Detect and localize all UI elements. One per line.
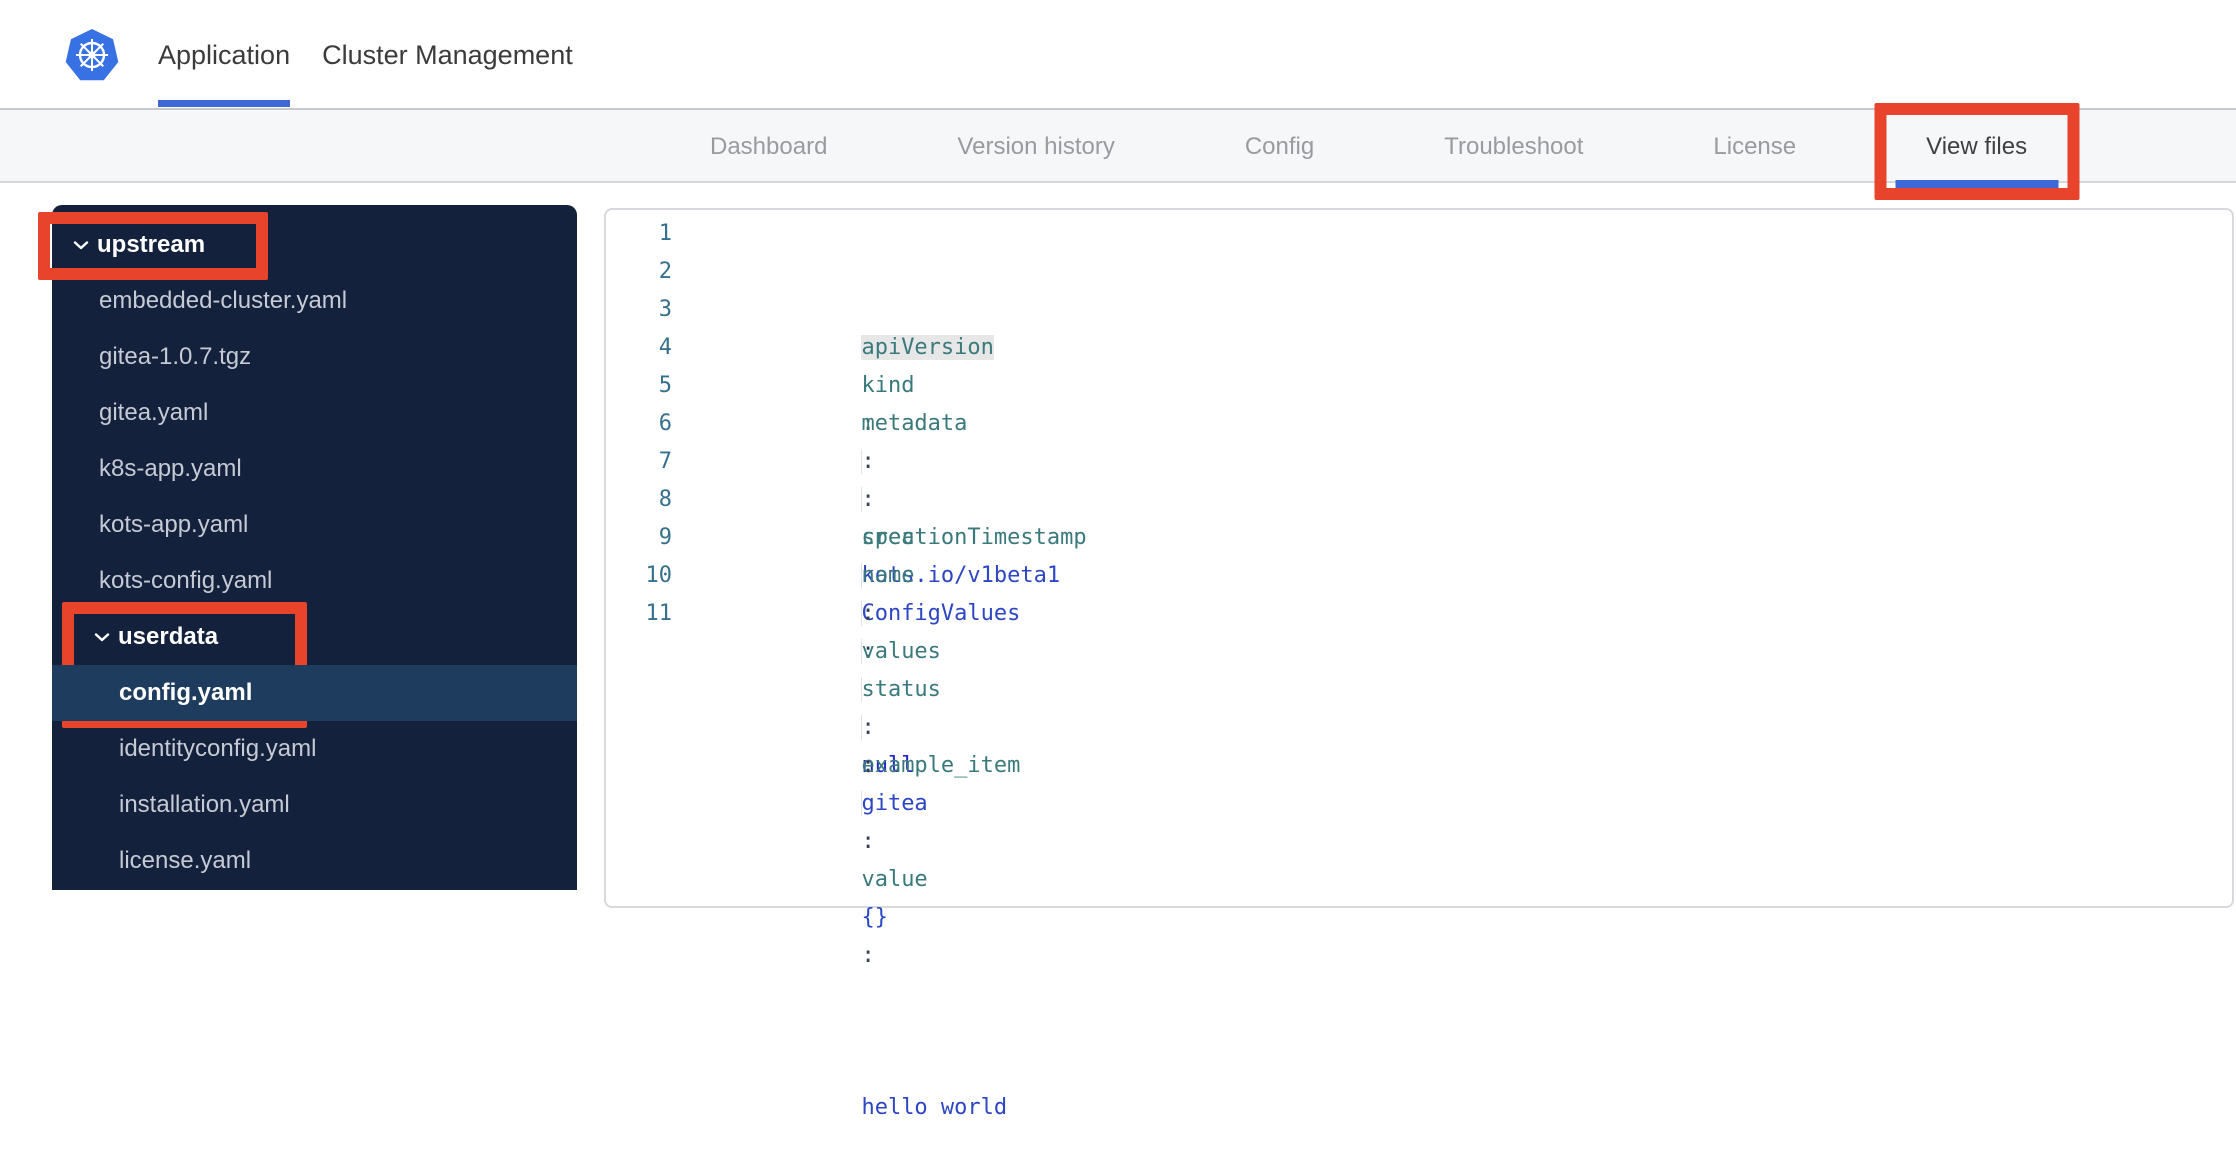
app-subnav: Dashboard Version history Config Trouble…	[0, 103, 2236, 200]
tree-item-label: kots-config.yaml	[99, 567, 273, 594]
kubernetes-logo[interactable]	[63, 28, 121, 84]
tree-item[interactable]: k8s-app.yaml	[52, 441, 577, 497]
code-line-text: kind : ConfigValues	[672, 253, 1020, 626]
tree-item[interactable]: license.yaml	[52, 833, 577, 889]
code-token: hello world	[861, 1095, 1008, 1120]
subnav-tab[interactable]: Troubleshoot	[1444, 110, 1583, 183]
code-line: 10 status : {}	[606, 557, 2232, 930]
tree-item[interactable]: kots-config.yaml	[52, 553, 577, 609]
subnav-tab-label: Config	[1244, 132, 1315, 160]
code-token	[861, 639, 889, 664]
top-tab[interactable]: Cluster Management	[322, 0, 573, 110]
subnav-tab[interactable]: License	[1713, 110, 1796, 183]
code-line-text: status : {}	[672, 557, 940, 930]
code-line-text: values :	[672, 443, 941, 740]
code-token: status	[861, 677, 941, 702]
subnav-tab-label: View files	[1926, 132, 2028, 160]
subnav-tab-label: Troubleshoot	[1444, 132, 1584, 160]
subnav-items: Dashboard Version history Config Trouble…	[710, 103, 2080, 200]
top-tab-bar: Application Cluster Management	[158, 0, 573, 110]
subnav-tab-label: License	[1713, 132, 1797, 160]
tree-item-label: userdata	[118, 623, 219, 650]
tree-item[interactable]: gitea-1.0.7.tgz	[52, 329, 577, 385]
code-line: 3 metadata :	[606, 291, 2232, 512]
code-line: 8 example_item :	[606, 481, 2232, 854]
tree-item[interactable]: userdata	[52, 602, 577, 728]
tree-item[interactable]: installation.yaml	[52, 777, 577, 833]
tree-item-label: license.yaml	[119, 847, 252, 874]
tree-item-label: kots-app.yaml	[99, 511, 249, 538]
line-number: 11	[645, 601, 673, 626]
line-number: 4	[658, 335, 672, 360]
code-line: 9 value : hello world	[606, 519, 2232, 1120]
code-line-text: name : gitea	[672, 367, 928, 816]
code-token: :	[861, 753, 875, 778]
code-line-text: example_item :	[672, 481, 1020, 854]
code-line: 6 spec :	[606, 405, 2232, 626]
subnav-tab[interactable]: Config	[1245, 110, 1314, 183]
tree-item[interactable]: identityconfig.yaml	[52, 721, 577, 777]
code-token: :	[861, 943, 875, 968]
line-number: 2	[658, 259, 672, 284]
code-line: 4 creationTimestamp : null	[606, 329, 2232, 778]
code-token	[861, 791, 889, 816]
tree-item[interactable]: embedded-cluster.yaml	[52, 273, 577, 329]
line-number: 6	[658, 411, 672, 436]
code-line-text: spec :	[672, 405, 914, 626]
code-token: {}	[861, 905, 888, 930]
tree-item-label: config.yaml	[119, 679, 253, 706]
code-token: value	[861, 867, 928, 892]
code-line-text: metadata :	[672, 291, 967, 512]
tree-item-label: k8s-app.yaml	[99, 455, 242, 482]
chevron-down-icon	[94, 632, 110, 642]
code-line-text: value : hello world	[672, 519, 1007, 1120]
tree-item-label: installation.yaml	[119, 791, 290, 818]
line-number: 3	[658, 297, 672, 322]
tree-item[interactable]: upstream	[38, 212, 577, 280]
code-line-text: apiVersion : kots.io/v1beta1	[672, 215, 1060, 588]
tree-item[interactable]: gitea.yaml	[52, 385, 577, 441]
code-line: 5 name : gitea	[606, 367, 2232, 816]
subnav-tab-label: Dashboard	[710, 132, 828, 160]
line-number: 5	[658, 373, 672, 398]
tree-item-label: embedded-cluster.yaml	[99, 287, 348, 314]
app-header: Application Cluster Management	[0, 0, 2236, 110]
code-token	[861, 601, 889, 626]
tree-item[interactable]: kots-app.yaml	[52, 497, 577, 553]
top-tab-label: Cluster Management	[322, 39, 573, 70]
code-line: 2 kind : ConfigValues	[606, 253, 2232, 626]
line-number: 7	[658, 449, 672, 474]
top-tab[interactable]: Application	[158, 0, 291, 110]
subnav-tab-label: Version history	[957, 132, 1115, 160]
line-number: 8	[658, 487, 672, 512]
file-content-viewer[interactable]: 1 apiVersion : kots.io/v1beta1 2 kind: …	[604, 208, 2234, 1120]
subnav-tab[interactable]: Dashboard	[710, 110, 827, 183]
file-tree-sidebar: upstream embedded-cluster.yaml gitea-1.0…	[38, 205, 577, 890]
line-number: 9	[658, 525, 672, 550]
line-number: 1	[658, 221, 672, 246]
tree-item-label: gitea-1.0.7.tgz	[99, 343, 252, 370]
tree-item-label: identityconfig.yaml	[119, 735, 317, 762]
subnav-tab[interactable]: View files	[1874, 103, 2080, 200]
top-tab-label: Application	[158, 39, 291, 70]
code-line: 7 values :	[606, 443, 2232, 740]
line-number: 10	[645, 563, 673, 588]
code-line: 1 apiVersion : kots.io/v1beta1	[606, 215, 2232, 588]
active-tab-underline	[158, 100, 291, 107]
active-subnav-underline	[1895, 180, 2059, 188]
subnav-tab[interactable]: Version history	[957, 110, 1114, 183]
code-token	[861, 715, 889, 740]
tree-item-label: upstream	[97, 231, 206, 258]
code-token: example_item	[861, 753, 1021, 778]
chevron-down-icon	[73, 240, 89, 250]
code-line-text: creationTimestamp : null	[672, 329, 1087, 778]
tree-item-label: gitea.yaml	[99, 399, 209, 426]
tree-item[interactable]: config.yaml	[52, 665, 577, 721]
